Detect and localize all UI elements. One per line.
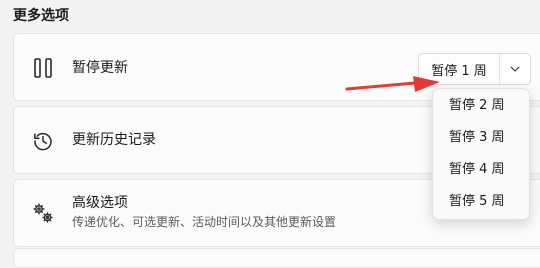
- pause-icon: [31, 56, 55, 80]
- pause-updates-label: 暂停更新: [72, 60, 128, 76]
- gears-icon: [31, 201, 55, 225]
- advanced-options-description: 传递优化、可选更新、活动时间以及其他更新设置: [72, 215, 337, 229]
- next-settings-card[interactable]: [13, 248, 540, 268]
- pause-duration-dropdown-button[interactable]: [500, 54, 530, 84]
- red-arrow-icon: [345, 74, 445, 96]
- pause-4-weeks-option[interactable]: 暂停 4 周: [449, 161, 505, 179]
- pause-2-weeks-option[interactable]: 暂停 2 周: [449, 97, 505, 115]
- advanced-options-label: 高级选项: [72, 195, 128, 211]
- pause-3-weeks-option[interactable]: 暂停 3 周: [449, 129, 505, 147]
- pause-duration-menu: 暂停 2 周 暂停 3 周 暂停 4 周 暂停 5 周: [432, 88, 530, 220]
- pause-5-weeks-option[interactable]: 暂停 5 周: [449, 193, 505, 211]
- section-title: 更多选项: [13, 8, 69, 24]
- update-history-label: 更新历史记录: [72, 132, 156, 148]
- chevron-down-icon: [509, 60, 521, 79]
- history-icon: [31, 129, 55, 153]
